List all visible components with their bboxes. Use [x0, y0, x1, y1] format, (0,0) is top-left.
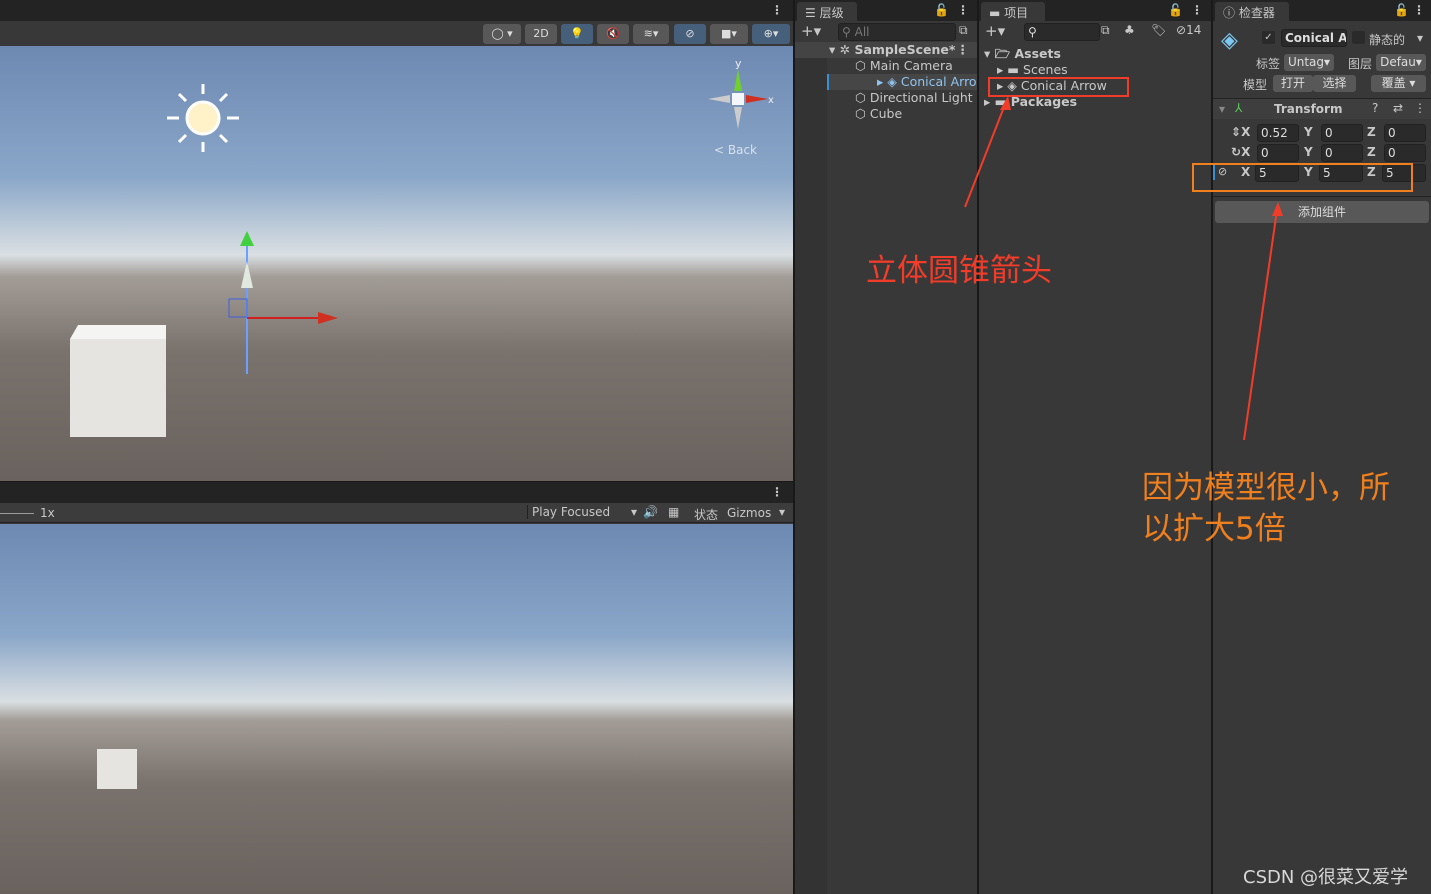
- annotation-conical-arrow: 立体圆锥箭头: [866, 253, 1052, 289]
- watermark: CSDN @很菜又爱学: [1243, 867, 1409, 888]
- annotation-scale-note-2: 以扩大5倍: [1142, 511, 1286, 547]
- annotation-arrows: [964, 96, 1283, 441]
- annotation-scale-note-1: 因为模型很小，所: [1142, 470, 1390, 506]
